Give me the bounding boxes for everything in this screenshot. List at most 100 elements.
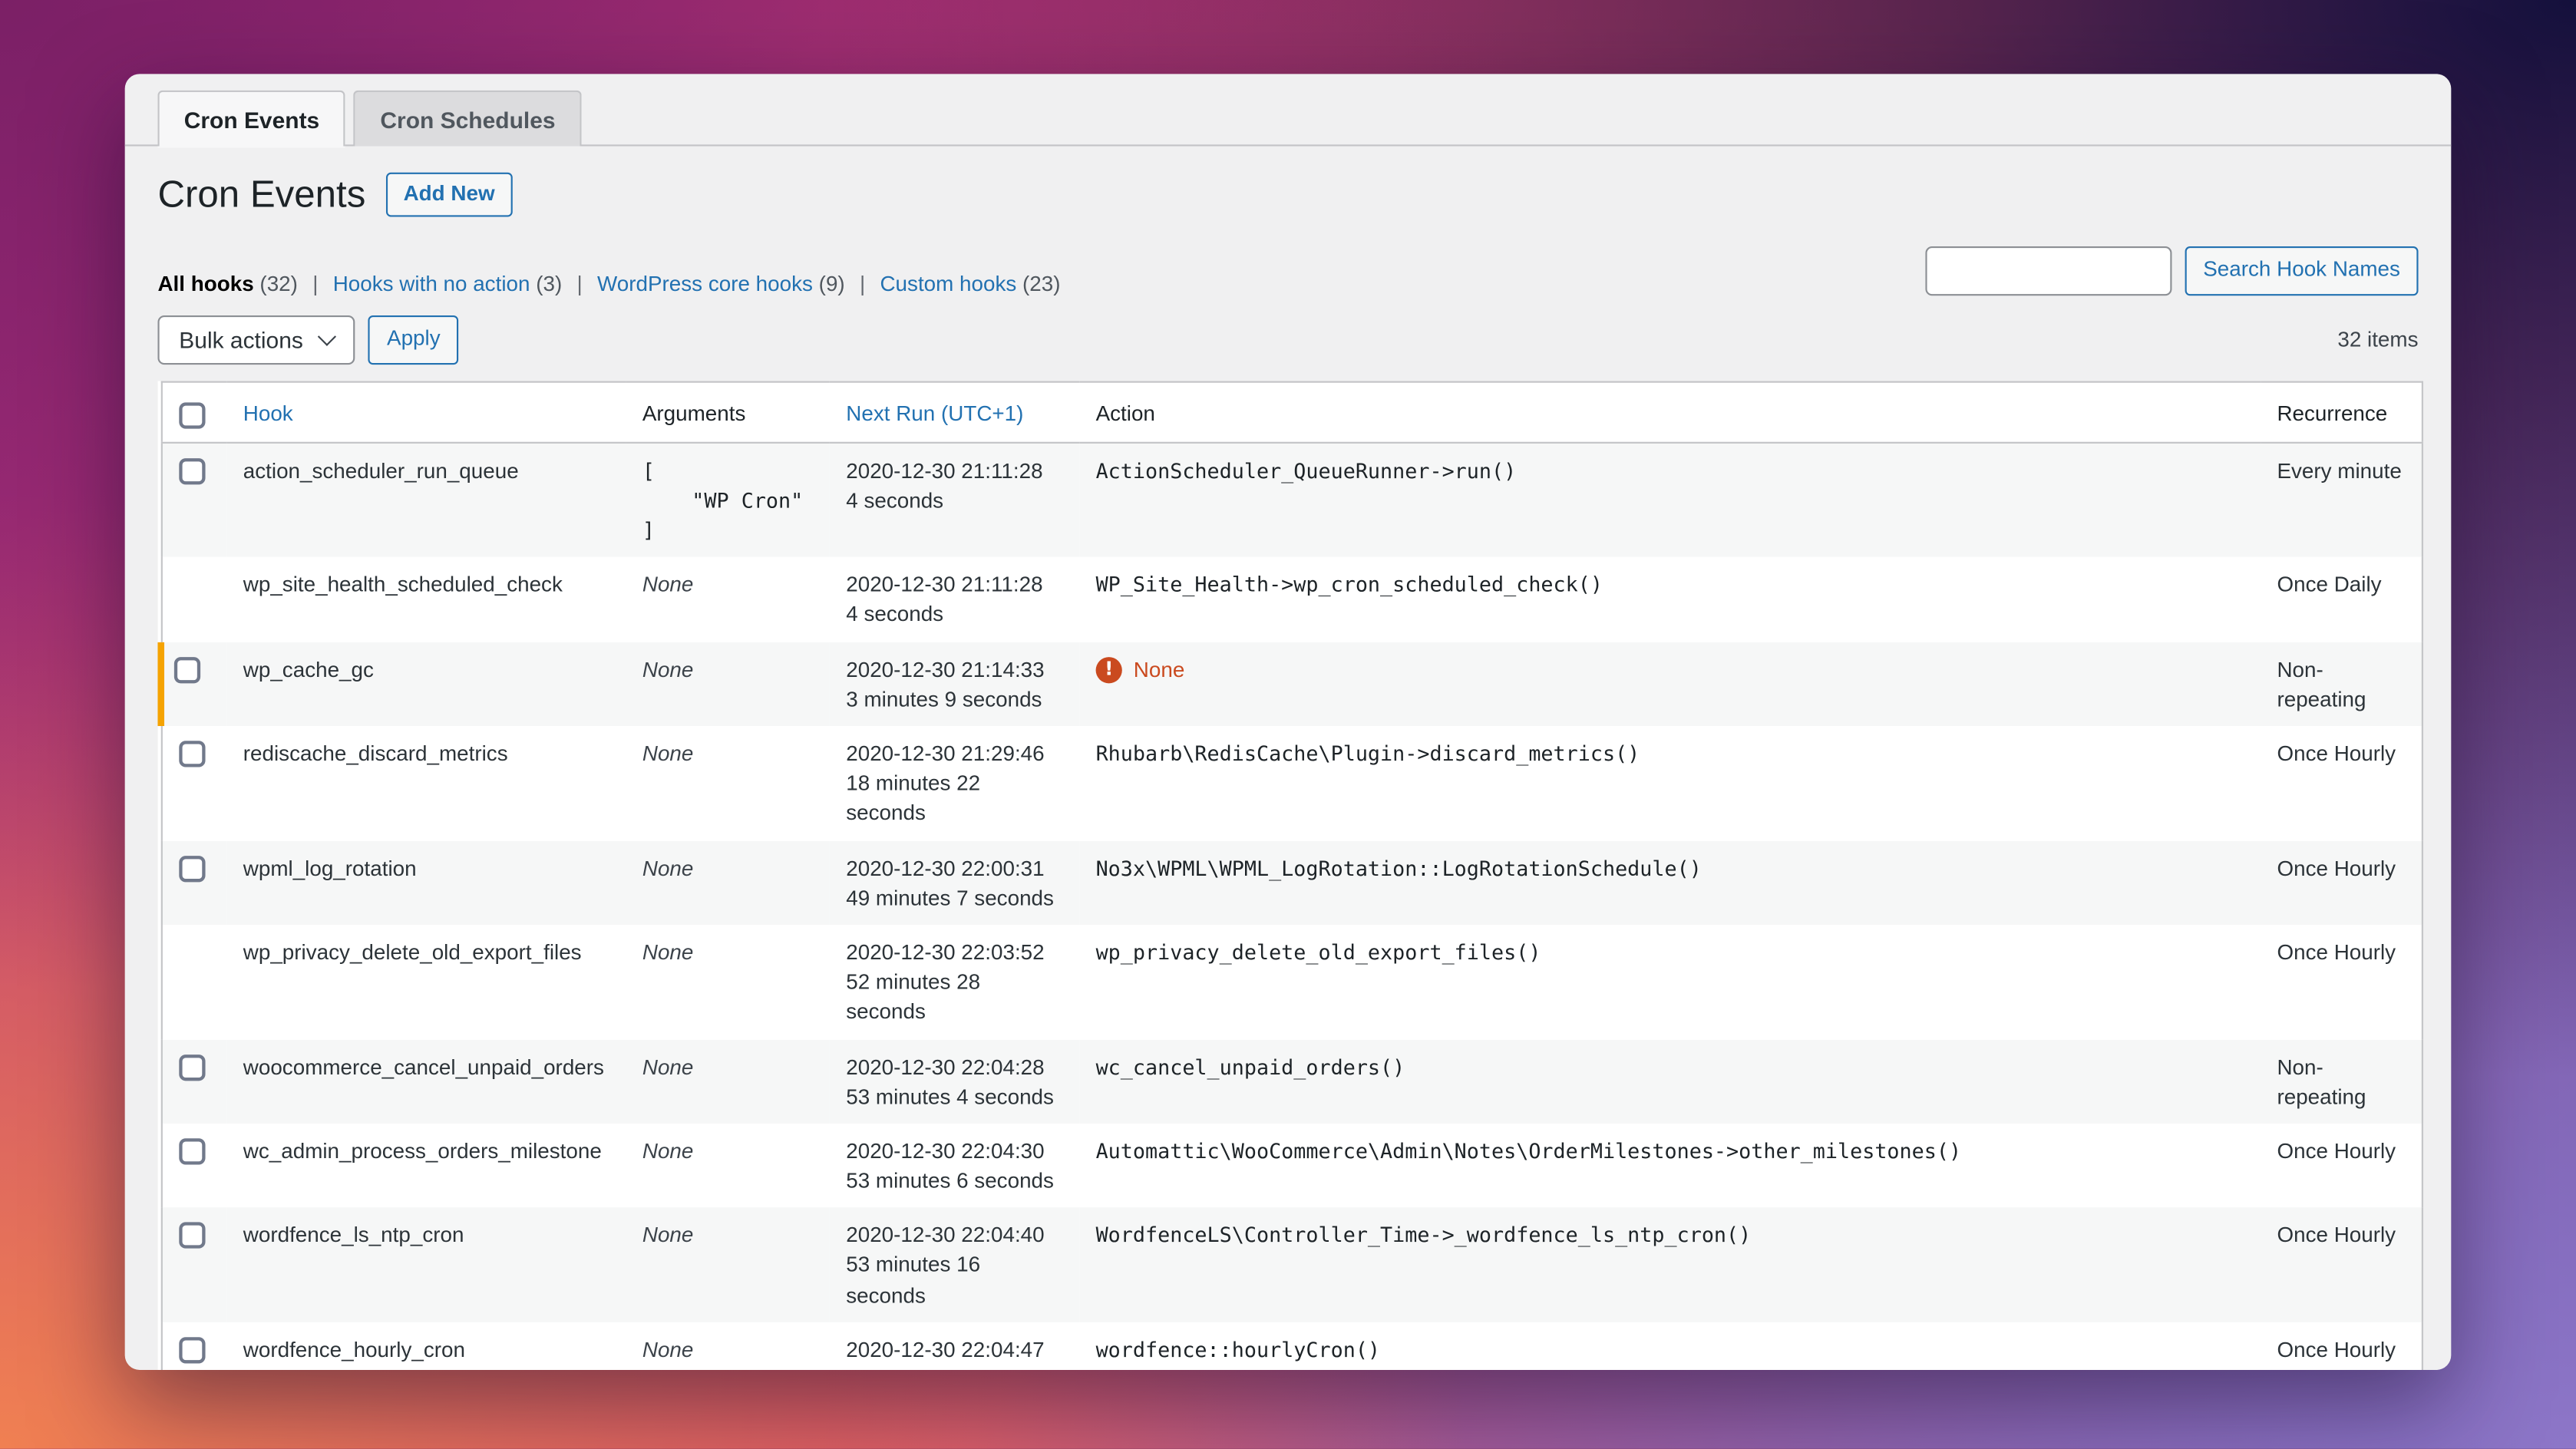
- search-box: Search Hook Names: [1925, 246, 2419, 296]
- search-hook-names-button[interactable]: Search Hook Names: [2185, 246, 2419, 296]
- arguments-cell: None: [626, 1208, 829, 1322]
- arguments-none: None: [642, 1137, 694, 1163]
- recurrence-cell: Once Hourly: [2277, 1336, 2396, 1362]
- arguments-cell: None: [626, 726, 829, 840]
- action-cell: WP_Site_Health->wp_cron_scheduled_check(…: [1079, 557, 2261, 642]
- next-run-datetime: 2020-12-30 21:11:28: [846, 572, 1043, 597]
- filter-wordpress-core-hooks[interactable]: WordPress core hooks (9): [597, 271, 845, 295]
- hook-name-cell: wordfence_ls_ntp_cron: [243, 1222, 464, 1248]
- action-cell: ActionScheduler_QueueRunner->run(): [1079, 443, 2261, 558]
- table-row: wp_privacy_delete_old_export_files None 20…: [161, 925, 2422, 1039]
- row-checkbox[interactable]: [178, 855, 205, 882]
- recurrence-cell: Non-repeating: [2277, 1054, 2366, 1109]
- row-checkbox[interactable]: [173, 656, 201, 683]
- arguments-none: None: [642, 1222, 694, 1248]
- recurrence-cell: Once Hourly: [2277, 939, 2396, 965]
- arguments-none: None: [642, 1336, 694, 1362]
- arguments-cell: None: [626, 1124, 829, 1208]
- filter-item: Hooks with no action (3): [298, 271, 563, 295]
- next-run-relative: 53 minutes 6 seconds: [846, 1167, 1054, 1193]
- table-row: wpml_log_rotation None 2020-12-30 22:00:31…: [160, 840, 2422, 925]
- filter-count: (23): [1022, 270, 1061, 296]
- table-row: action_scheduler_run_queue [ "WP Cron" ] 2…: [160, 442, 2422, 558]
- search-input[interactable]: [1925, 246, 2172, 296]
- next-run-relative: 53 minutes 4 seconds: [846, 1083, 1054, 1109]
- hook-name-cell: wp_site_health_scheduled_check: [243, 572, 563, 597]
- row-checkbox-cell: [161, 443, 227, 558]
- row-checkbox-cell: [161, 925, 227, 1039]
- filter-links: All hooks (32) Hooks with no action (3) Wo…: [157, 271, 1060, 295]
- recurrence-cell: Once Hourly: [2277, 1222, 2396, 1248]
- row-checkbox[interactable]: [178, 741, 205, 767]
- row-checkbox[interactable]: [178, 1222, 205, 1249]
- action-callback: Automattic\WooCommerce\Admin\Notes\Order…: [1095, 1137, 1962, 1163]
- arguments-none: None: [642, 1054, 694, 1079]
- next-run-relative: 49 minutes 7 seconds: [846, 885, 1054, 910]
- action-cell: wordfence::hourlyCron(): [1079, 1322, 2261, 1370]
- column-header-arguments: Arguments: [626, 381, 830, 444]
- filter-item: All hooks (32): [157, 271, 297, 295]
- table-row: rediscache_discard_metrics None 2020-12-30…: [161, 726, 2422, 840]
- add-new-button[interactable]: Add New: [385, 173, 514, 218]
- title-row: Cron Events Add New: [157, 171, 2418, 220]
- row-checkbox[interactable]: [178, 1336, 205, 1364]
- next-run-cell: 2020-12-30 22:00:31 49 minutes 7 seconds: [830, 840, 1079, 925]
- filter-hooks-with-no-action[interactable]: Hooks with no action (3): [333, 271, 563, 295]
- action-callback: WP_Site_Health->wp_cron_scheduled_check(…: [1095, 572, 1603, 597]
- row-checkbox[interactable]: [178, 1137, 205, 1165]
- row-checkbox[interactable]: [178, 457, 205, 485]
- filter-item: Custom hooks (23): [845, 271, 1060, 295]
- column-header-next-run[interactable]: Next Run (UTC+1): [829, 381, 1080, 444]
- bulk-actions-toolbar: Bulk actions Apply 32 items: [157, 315, 2419, 365]
- row-checkbox[interactable]: [178, 1054, 205, 1081]
- table-header-row: Hook Arguments Next Run (UTC+1) Action R…: [160, 381, 2422, 444]
- row-checkbox-cell: [161, 1322, 227, 1370]
- next-run-relative: 53 minutes 16 seconds: [846, 1252, 981, 1307]
- filter-count: (32): [259, 270, 298, 296]
- table-row: wordfence_ls_ntp_cron None 2020-12-30 22:0…: [160, 1207, 2422, 1322]
- table-row: wp_site_health_scheduled_check None 2020-1…: [161, 557, 2422, 642]
- tab-bar: Cron Events Cron Schedules: [124, 74, 2452, 147]
- arguments-cell: [ "WP Cron" ]: [626, 443, 829, 558]
- column-header-hook[interactable]: Hook: [226, 381, 626, 444]
- action-cell: Rhubarb\RedisCache\Plugin->discard_metri…: [1079, 726, 2261, 840]
- select-all-checkbox[interactable]: [178, 402, 205, 429]
- recurrence-cell: Once Hourly: [2277, 1137, 2396, 1163]
- arguments-cell: None: [626, 840, 829, 925]
- arguments-cell: None: [626, 1039, 829, 1124]
- tab-cron-schedules[interactable]: Cron Schedules: [354, 90, 582, 147]
- action-callback: ActionScheduler_QueueRunner->run(): [1095, 457, 1517, 484]
- page-title: Cron Events: [157, 172, 366, 216]
- bulk-actions-select[interactable]: Bulk actions: [157, 315, 356, 365]
- action-callback: WordfenceLS\Controller_Time->_wordfence_…: [1095, 1222, 1752, 1248]
- filter-and-search-row: All hooks (32) Hooks with no action (3) Wo…: [157, 246, 2419, 296]
- filter-all-hooks[interactable]: All hooks (32): [157, 271, 297, 295]
- next-run-relative: 4 seconds: [846, 602, 944, 627]
- cron-events-table: Hook Arguments Next Run (UTC+1) Action R…: [157, 381, 2422, 1371]
- hook-name-cell: rediscache_discard_metrics: [243, 741, 508, 766]
- apply-button[interactable]: Apply: [368, 315, 459, 365]
- action-callback: wc_cancel_unpaid_orders(): [1095, 1054, 1405, 1079]
- recurrence-cell: Non-repeating: [2277, 656, 2366, 711]
- filter-count: (9): [818, 270, 845, 296]
- action-cell: Automattic\WooCommerce\Admin\Notes\Order…: [1079, 1124, 2261, 1208]
- action-callback: Rhubarb\RedisCache\Plugin->discard_metri…: [1095, 741, 1640, 766]
- next-run-cell: 2020-12-30 21:29:46 18 minutes 22 seconds: [830, 726, 1079, 840]
- wp-crontrol-window: Cron Events Cron Schedules Cron Events Ad…: [124, 74, 2452, 1371]
- filter-custom-hooks[interactable]: Custom hooks (23): [880, 271, 1060, 295]
- next-run-cell: 2020-12-30 21:14:33 3 minutes 9 seconds: [830, 642, 1079, 726]
- tab-cron-events[interactable]: Cron Events: [157, 90, 346, 147]
- next-run-datetime: 2020-12-30 22:04:47: [846, 1336, 1045, 1362]
- column-header-action: Action: [1079, 381, 2261, 444]
- column-header-recurrence: Recurrence: [2261, 381, 2422, 444]
- arguments-none: None: [642, 939, 694, 965]
- next-run-datetime: 2020-12-30 22:00:31: [846, 855, 1045, 880]
- row-checkbox-cell: [161, 840, 227, 925]
- hook-name-cell: wp_cache_gc: [243, 656, 374, 682]
- action-callback: wordfence::hourlyCron(): [1095, 1336, 1381, 1362]
- arguments-none: None: [642, 741, 694, 766]
- row-checkbox-cell: [161, 1039, 227, 1124]
- hook-name-cell: woocommerce_cancel_unpaid_orders: [243, 1054, 604, 1079]
- recurrence-cell: Once Hourly: [2277, 741, 2396, 766]
- recurrence-cell: Once Hourly: [2277, 855, 2396, 880]
